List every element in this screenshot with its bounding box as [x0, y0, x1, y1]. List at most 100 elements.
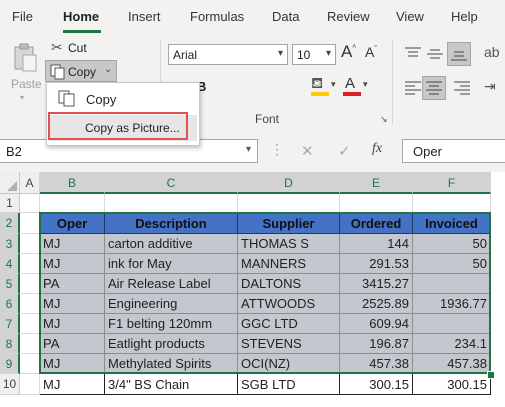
row-header-1[interactable]: 1 — [0, 194, 20, 213]
table-header-cell[interactable]: Invoiced — [413, 213, 491, 234]
table-cell[interactable]: 457.38 — [340, 354, 413, 374]
cut-button[interactable]: ✂ Cut — [47, 38, 93, 58]
column-header-d[interactable]: D — [238, 172, 340, 194]
row-header-3[interactable]: 3 — [0, 234, 20, 254]
table-cell[interactable]: 50 — [413, 254, 491, 274]
table-cell[interactable]: Air Release Label — [105, 274, 238, 294]
cell[interactable] — [20, 274, 40, 294]
align-right-icon[interactable] — [452, 80, 472, 96]
table-cell[interactable]: Eatlight products — [105, 334, 238, 354]
align-center-button[interactable] — [422, 76, 446, 100]
table-cell[interactable]: 196.87 — [340, 334, 413, 354]
table-cell[interactable]: 144 — [340, 234, 413, 254]
table-cell[interactable]: PA — [40, 334, 105, 354]
tab-data[interactable]: Data — [272, 9, 299, 24]
tab-file[interactable]: File — [12, 9, 33, 24]
tab-insert[interactable]: Insert — [128, 9, 161, 24]
table-cell[interactable]: ATTWOODS — [238, 294, 340, 314]
column-header-c[interactable]: C — [105, 172, 238, 194]
row-header-7[interactable]: 7 — [0, 314, 20, 334]
row-header-4[interactable]: 4 — [0, 254, 20, 274]
tab-formulas[interactable]: Formulas — [190, 9, 244, 24]
table-cell[interactable]: MJ — [40, 374, 105, 395]
table-cell[interactable] — [413, 274, 491, 294]
table-cell[interactable]: carton additive — [105, 234, 238, 254]
cell[interactable] — [340, 194, 413, 213]
more-options-icon[interactable]: ⋮ — [270, 141, 284, 158]
table-cell[interactable]: SGB LTD — [238, 374, 340, 395]
table-cell[interactable]: Engineering — [105, 294, 238, 314]
table-cell[interactable] — [413, 314, 491, 334]
column-header-b[interactable]: B — [40, 172, 105, 194]
table-cell[interactable]: 300.15 — [340, 374, 413, 395]
cell[interactable] — [238, 194, 340, 213]
copy-dropdown-icon[interactable]: ⌄ — [104, 64, 112, 75]
align-top-icon[interactable] — [403, 46, 423, 62]
table-cell[interactable]: THOMAS S — [238, 234, 340, 254]
table-cell[interactable]: MJ — [40, 354, 105, 374]
table-header-cell[interactable]: Description — [105, 213, 238, 234]
cell[interactable] — [20, 374, 40, 395]
cell[interactable] — [20, 254, 40, 274]
table-cell[interactable]: MJ — [40, 254, 105, 274]
table-cell[interactable]: 234.1 — [413, 334, 491, 354]
table-cell[interactable]: OCI(NZ) — [238, 354, 340, 374]
font-size-select[interactable]: 10 ▾ — [292, 44, 336, 65]
cell[interactable] — [413, 194, 491, 213]
table-cell[interactable]: MJ — [40, 234, 105, 254]
table-header-cell[interactable]: Ordered — [340, 213, 413, 234]
table-cell[interactable]: 300.15 — [413, 374, 491, 395]
cell[interactable] — [20, 234, 40, 254]
menu-item-copy[interactable]: Copy — [49, 86, 197, 112]
table-cell[interactable]: STEVENS — [238, 334, 340, 354]
table-cell[interactable]: 609.94 — [340, 314, 413, 334]
font-color-button[interactable]: A ▾ — [340, 74, 370, 98]
cell[interactable] — [20, 213, 40, 234]
tab-home[interactable]: Home — [63, 9, 99, 24]
column-header-f[interactable]: F — [413, 172, 491, 194]
row-header-9[interactable]: 9 — [0, 354, 20, 374]
name-box-dropdown-icon[interactable]: ▾ — [246, 144, 251, 155]
align-middle-icon[interactable] — [425, 46, 445, 62]
font-color-dropdown-icon[interactable]: ▾ — [363, 79, 368, 90]
table-cell[interactable]: GGC LTD — [238, 314, 340, 334]
increase-font-size-icon[interactable]: A^ — [341, 42, 356, 62]
copy-button[interactable]: Copy ⌄ — [45, 60, 117, 82]
orientation-icon[interactable]: ab — [484, 44, 500, 60]
table-cell[interactable]: 457.38 — [413, 354, 491, 374]
column-header-e[interactable]: E — [340, 172, 413, 194]
table-cell[interactable]: PA — [40, 274, 105, 294]
table-cell[interactable]: 1936.77 — [413, 294, 491, 314]
cell[interactable] — [20, 314, 40, 334]
row-header-8[interactable]: 8 — [0, 334, 20, 354]
font-dialog-launcher-icon[interactable]: ↘ — [380, 114, 388, 125]
indent-icon[interactable]: ⇥ — [484, 78, 496, 95]
table-cell[interactable]: 291.53 — [340, 254, 413, 274]
table-header-cell[interactable]: Supplier — [238, 213, 340, 234]
table-cell[interactable]: ink for May — [105, 254, 238, 274]
table-cell[interactable]: 50 — [413, 234, 491, 254]
cell[interactable] — [20, 334, 40, 354]
cell[interactable] — [40, 194, 105, 213]
cell[interactable] — [20, 294, 40, 314]
worksheet-grid[interactable]: ABCDEF 1 2 3 4 5 6 7 8 9 10 Oper Description Suppli… — [0, 172, 505, 407]
formula-input[interactable]: Oper — [402, 139, 505, 163]
table-cell[interactable]: 3/4" BS Chain — [105, 374, 238, 395]
select-all-corner[interactable] — [0, 172, 20, 194]
row-header-5[interactable]: 5 — [0, 274, 20, 294]
align-bottom-button[interactable] — [447, 42, 471, 66]
table-cell[interactable]: 2525.89 — [340, 294, 413, 314]
row-header-6[interactable]: 6 — [0, 294, 20, 314]
row-header-10[interactable]: 10 — [0, 374, 20, 395]
table-cell[interactable]: DALTONS — [238, 274, 340, 294]
table-header-cell[interactable]: Oper — [40, 213, 105, 234]
cancel-icon[interactable]: ✕ — [301, 142, 314, 160]
fill-color-dropdown-icon[interactable]: ▾ — [331, 79, 336, 90]
column-header-a[interactable]: A — [20, 172, 40, 194]
align-left-icon[interactable] — [403, 80, 423, 96]
tab-review[interactable]: Review — [327, 9, 370, 24]
table-cell[interactable]: Methylated Spirits — [105, 354, 238, 374]
table-cell[interactable]: MANNERS — [238, 254, 340, 274]
tab-view[interactable]: View — [396, 9, 424, 24]
cell[interactable] — [20, 194, 40, 213]
